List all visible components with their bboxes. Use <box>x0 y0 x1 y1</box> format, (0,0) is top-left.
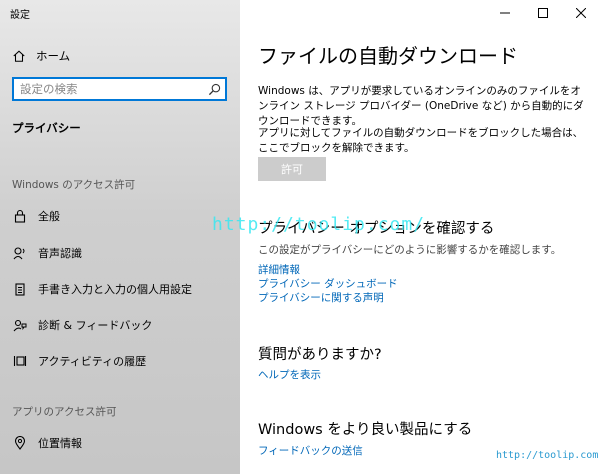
search-icon[interactable] <box>208 83 221 96</box>
window-controls <box>486 0 600 26</box>
search-box[interactable] <box>12 77 227 101</box>
sidebar-item-inking-typing[interactable]: 手書き入力と入力の個人用設定 <box>12 279 192 299</box>
get-help-link[interactable]: ヘルプを表示 <box>258 367 321 382</box>
minimize-icon <box>500 12 510 14</box>
current-section-title: プライバシー <box>12 121 81 135</box>
minimize-button[interactable] <box>486 0 524 26</box>
allow-button[interactable]: 許可 <box>258 157 326 181</box>
sidebar-item-diagnostics[interactable]: 診断 & フィードバック <box>12 315 152 335</box>
maximize-button[interactable] <box>524 0 562 26</box>
sidebar-item-label: アクティビティの履歴 <box>38 355 147 368</box>
watermark-corner: http://toolip.com <box>496 450 599 461</box>
search-input[interactable] <box>20 82 208 96</box>
learn-more-link[interactable]: 詳細情報 <box>258 262 300 277</box>
sidebar-home[interactable]: ホーム <box>12 46 70 66</box>
sidebar-item-label: 診断 & フィードバック <box>38 319 153 332</box>
sidebar-item-location[interactable]: 位置情報 <box>12 433 82 453</box>
sidebar-item-activity-history[interactable]: アクティビティの履歴 <box>12 351 146 371</box>
sidebar-item-label: 全般 <box>38 210 60 223</box>
lock-icon <box>12 208 28 224</box>
sidebar-item-label: 音声認識 <box>38 247 82 260</box>
sidebar-item-label: 位置情報 <box>38 437 82 450</box>
privacy-statement-link[interactable]: プライバシーに関する声明 <box>258 290 384 305</box>
give-feedback-link[interactable]: フィードバックの送信 <box>258 443 363 458</box>
sidebar-item-label: 手書き入力と入力の個人用設定 <box>38 283 192 296</box>
feedback-icon <box>12 317 28 333</box>
privacy-subtext: この設定がプライバシーにどのように影響するかを確認します。 <box>258 244 562 256</box>
home-icon <box>13 50 25 62</box>
speech-icon <box>12 245 28 261</box>
maximize-icon <box>538 8 548 18</box>
privacy-dashboard-link[interactable]: プライバシー ダッシュボード <box>258 276 398 291</box>
sidebar-item-general[interactable]: 全般 <box>12 206 60 226</box>
sidebar-home-label: ホーム <box>36 49 71 63</box>
improve-windows-heading: Windows をより良い製品にする <box>258 422 473 438</box>
description-text: Windows は、アプリが要求しているオンラインのみのファイルをオンライン ス… <box>258 85 584 127</box>
close-icon <box>576 8 586 18</box>
block-description-text: アプリに対してファイルの自動ダウンロードをブロックした場合は、ここでブロックを解… <box>258 127 584 154</box>
group-app-permissions: アプリのアクセス許可 <box>12 406 117 418</box>
activity-history-icon <box>12 353 28 369</box>
main-content: ファイルの自動ダウンロード Windows は、アプリが要求しているオンラインの… <box>240 0 600 474</box>
page-title: ファイルの自動ダウンロード <box>258 44 518 68</box>
question-heading: 質問がありますか? <box>258 347 382 363</box>
sidebar-item-speech[interactable]: 音声認識 <box>12 243 82 263</box>
watermark-center: http://toolip.com/ <box>212 214 426 235</box>
clipboard-icon <box>12 281 28 297</box>
location-icon <box>12 435 28 451</box>
group-windows-permissions: Windows のアクセス許可 <box>12 179 136 191</box>
sidebar: 設定 ホーム プライバシー Windows のアクセス許可 全般 音声認識 手書… <box>0 0 240 474</box>
close-button[interactable] <box>562 0 600 26</box>
window-title: 設定 <box>10 10 30 21</box>
